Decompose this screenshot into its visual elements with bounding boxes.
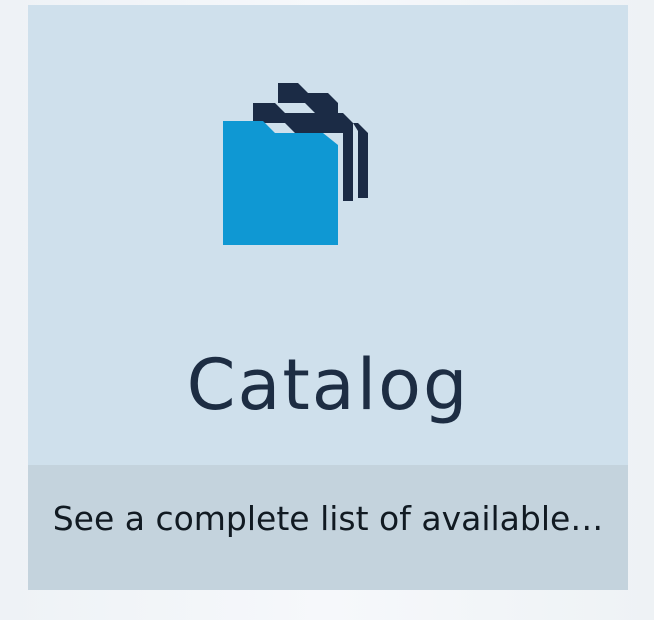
page: Catalog See a complete list of available… [0,0,654,620]
tile-title: Catalog [186,344,470,426]
tile-description: See a complete list of available… [52,499,604,538]
catalog-tile[interactable]: Catalog See a complete list of available… [28,5,628,590]
tile-footer: See a complete list of available… [28,465,628,590]
folders-stack-icon [223,83,433,253]
